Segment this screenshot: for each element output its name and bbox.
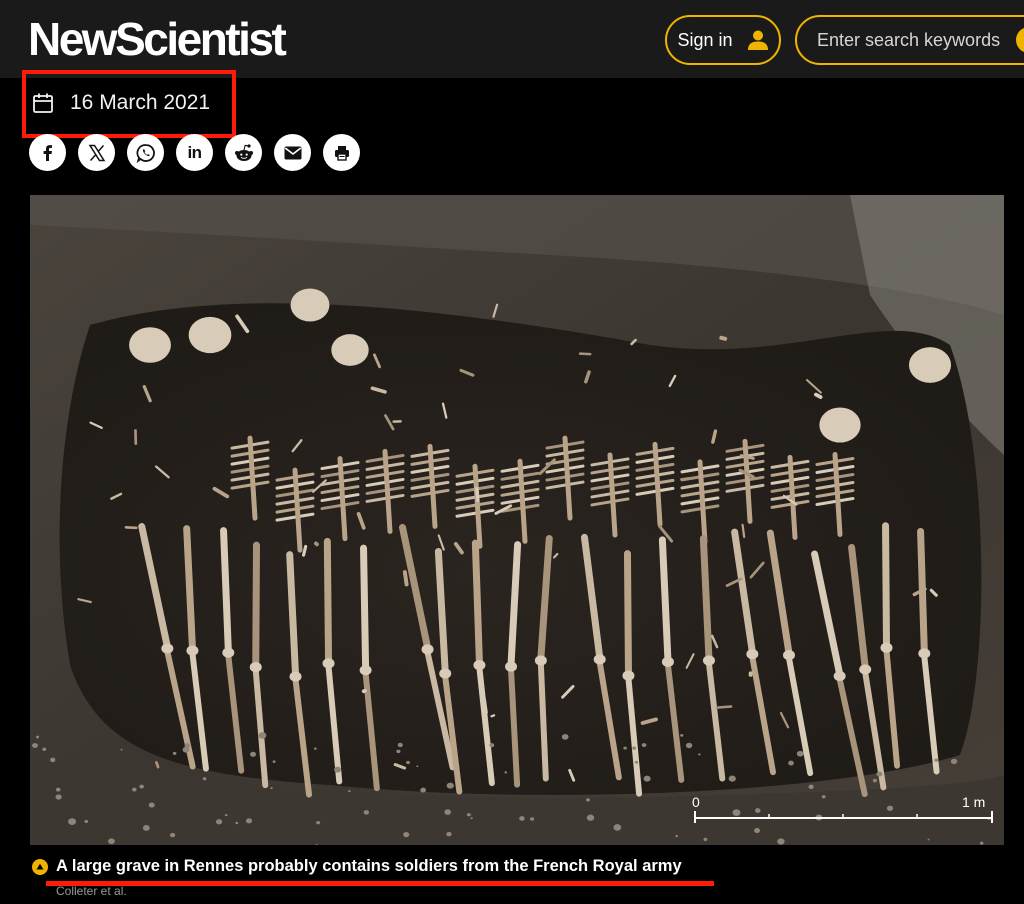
caption-arrow-icon[interactable] [32,858,48,875]
print-icon[interactable] [323,134,360,171]
reddit-icon[interactable] [225,134,262,171]
image-caption: A large grave in Rennes probably contain… [32,857,682,876]
search-box [795,15,1024,65]
user-icon [747,30,768,50]
article-hero-image: 0 1 m [30,195,1004,845]
linkedin-icon[interactable]: in [176,134,213,171]
facebook-icon[interactable] [29,134,66,171]
scale-label-start: 0 [692,794,700,810]
x-icon[interactable] [78,134,115,171]
email-icon[interactable] [274,134,311,171]
site-header: NewScientist Sign in [0,0,1024,78]
share-bar: in [29,134,360,171]
sign-in-label: Sign in [677,29,733,50]
caption-text: A large grave in Rennes probably contain… [56,857,682,875]
search-input[interactable] [815,28,1009,52]
scale-label-end: 1 m [962,794,986,810]
date-highlight-box [22,70,236,138]
sign-in-button[interactable]: Sign in [665,15,781,65]
whatsapp-icon[interactable] [127,134,164,171]
image-credit: Colleter et al. [56,884,127,898]
caption-highlight-underline [46,881,714,886]
site-logo[interactable]: NewScientist [28,12,287,66]
